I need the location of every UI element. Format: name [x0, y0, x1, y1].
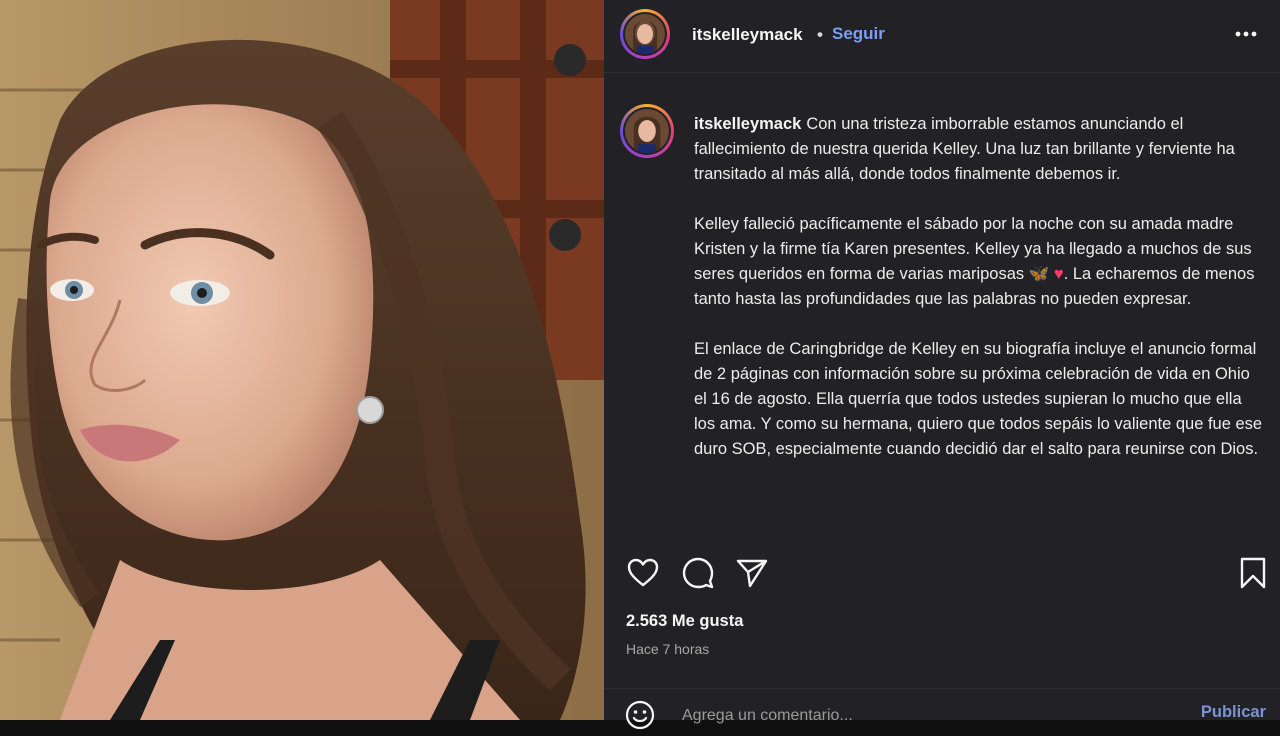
post-actions: [604, 552, 1280, 592]
caption-text: El enlace de Caringbridge de Kelley en s…: [694, 340, 1263, 458]
comment-icon[interactable]: [681, 556, 715, 590]
post-header: itskelleymack • Seguir: [604, 0, 1280, 73]
caption-paragraph: itskelleymack Con una tristeza imborrable…: [694, 112, 1264, 187]
post-username[interactable]: itskelleymack: [692, 25, 803, 45]
bookmark-icon[interactable]: [1236, 556, 1270, 590]
portrait-image: [0, 0, 604, 720]
follow-button[interactable]: Seguir: [832, 24, 885, 44]
post-sidebar: itskelleymack • Seguir itskelleymack Con …: [604, 0, 1280, 730]
comment-bar: Publicar: [604, 688, 1280, 731]
heart-emoji-icon: ♥: [1053, 265, 1064, 283]
post-photo[interactable]: [0, 0, 604, 720]
publish-button[interactable]: Publicar: [1201, 703, 1266, 722]
post-caption: itskelleymack Con una tristeza imborrable…: [694, 112, 1264, 487]
emoji-icon[interactable]: [624, 699, 656, 731]
send-icon[interactable]: [735, 556, 769, 590]
avatar-image: [625, 14, 665, 54]
avatar[interactable]: [620, 9, 670, 59]
caption-username[interactable]: itskelleymack: [694, 115, 801, 133]
avatar-image: [625, 109, 669, 153]
butterfly-icon: 🦋: [1028, 265, 1050, 283]
likes-count[interactable]: 2.563 Me gusta: [626, 612, 743, 631]
comment-input[interactable]: [680, 703, 1104, 729]
more-options-icon[interactable]: [1232, 20, 1260, 48]
separator-dot: •: [817, 25, 823, 44]
caption-avatar[interactable]: [620, 104, 674, 158]
heart-icon[interactable]: [626, 556, 660, 590]
post-timestamp[interactable]: Hace 7 horas: [626, 641, 709, 657]
caption-paragraph: Kelley falleció pacíficamente el sábado …: [694, 212, 1264, 312]
caption-paragraph: El enlace de Caringbridge de Kelley en s…: [694, 337, 1264, 462]
